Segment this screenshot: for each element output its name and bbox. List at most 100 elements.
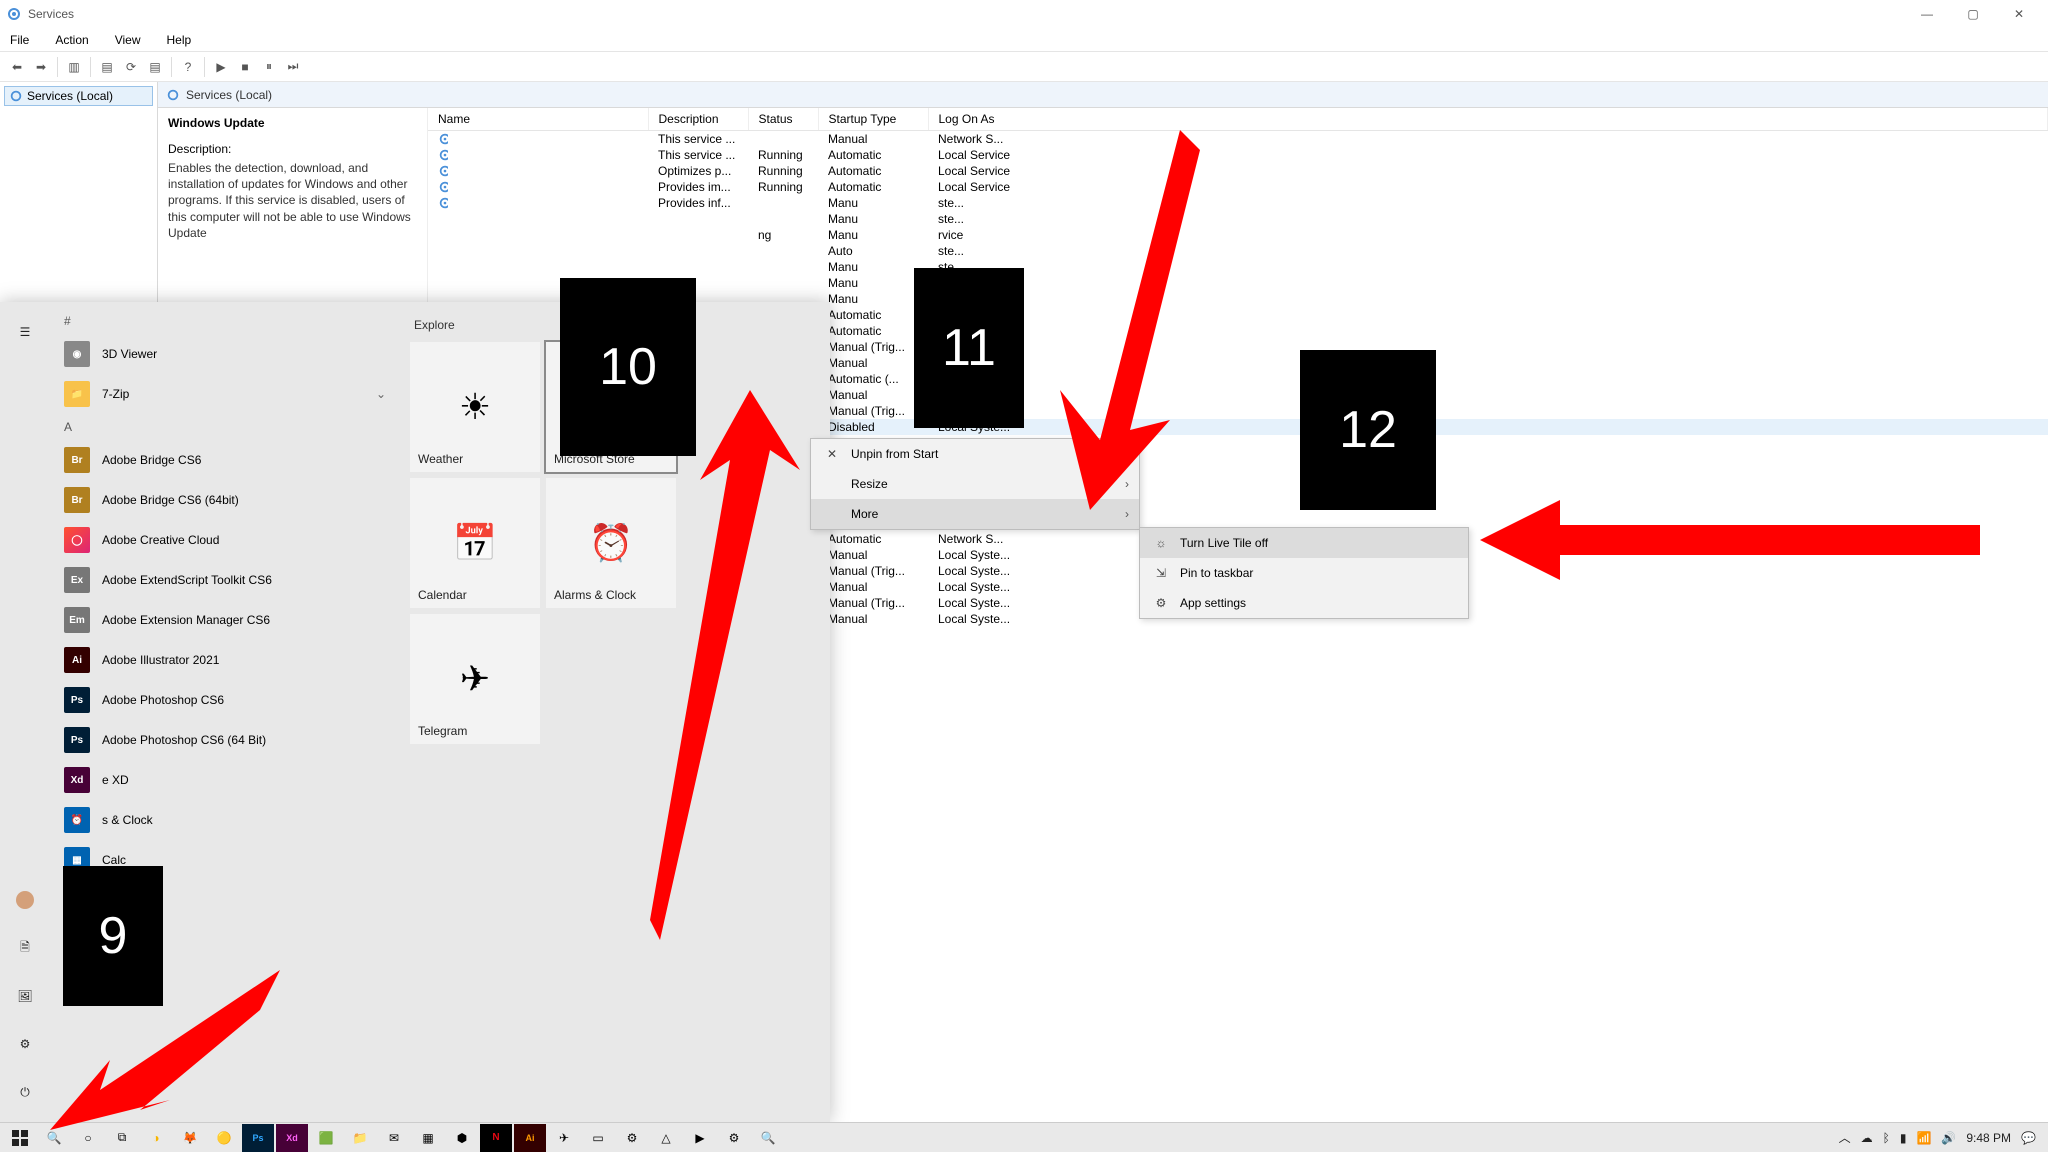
start-app-item[interactable]: ◉3D Viewer <box>50 334 400 374</box>
export-button[interactable]: ▤ <box>144 56 166 78</box>
taskbar-app[interactable]: ⚙ <box>616 1124 648 1152</box>
taskbar-app[interactable]: 🦊 <box>174 1124 206 1152</box>
col-description[interactable]: Description <box>648 108 748 131</box>
start-app-item[interactable]: EmAdobe Extension Manager CS6 <box>50 600 400 640</box>
taskbar-app[interactable]: ✈ <box>548 1124 580 1152</box>
start-app-item[interactable]: AiAdobe Illustrator 2021 <box>50 640 400 680</box>
menu-action[interactable]: Action <box>51 31 92 49</box>
start-app-item[interactable]: PsAdobe Photoshop CS6 <box>50 680 400 720</box>
taskbar-app[interactable]: Ai <box>514 1124 546 1152</box>
table-row[interactable]: Autoste... <box>428 243 2048 259</box>
rail-power-icon[interactable]: ⏻ <box>5 1072 45 1112</box>
context-menu-item[interactable]: ⚙App settings <box>1140 588 1468 618</box>
start-tile[interactable]: ⏰Alarms & Clock <box>546 478 676 608</box>
search-button[interactable]: 🔍 <box>38 1124 70 1152</box>
table-row[interactable]: Manuste... <box>428 211 2048 227</box>
context-menu-item[interactable]: ☼Turn Live Tile off <box>1140 528 1468 558</box>
context-menu-item[interactable]: More› <box>811 499 1139 529</box>
forward-button[interactable]: ➡ <box>30 56 52 78</box>
services-app-icon <box>6 6 22 22</box>
tray-onedrive-icon[interactable]: ☁ <box>1861 1131 1873 1145</box>
start-app-item[interactable]: PsAdobe Photoshop CS6 (64 Bit) <box>50 720 400 760</box>
tray-battery-icon[interactable]: ▮ <box>1900 1131 1907 1145</box>
close-button[interactable]: ✕ <box>1996 0 2042 28</box>
taskbar-app[interactable]: ▭ <box>582 1124 614 1152</box>
table-row[interactable]: Windows Event LogThis service ...Running… <box>428 147 2048 163</box>
list-header-a[interactable]: A <box>50 414 400 440</box>
rail-settings-icon[interactable]: ⚙ <box>5 1024 45 1064</box>
context-menu-item[interactable]: Resize› <box>811 469 1139 499</box>
tray-wifi-icon[interactable]: 📶 <box>1916 1131 1931 1145</box>
start-tile[interactable]: 📅Calendar <box>410 478 540 608</box>
col-name[interactable]: Name <box>428 108 648 131</box>
list-header-hash[interactable]: # <box>50 308 400 334</box>
rail-pictures-icon[interactable]: 🖼 <box>5 976 45 1016</box>
system-tray[interactable]: ︿ ☁ ᛒ ▮ 📶 🔊 9:48 PM 💬 <box>1831 1129 2044 1146</box>
taskbar-app[interactable]: ▶ <box>684 1124 716 1152</box>
task-view-button[interactable]: ⧉ <box>106 1124 138 1152</box>
start-app-item[interactable]: Xde XD <box>50 760 400 800</box>
rail-menu-icon[interactable]: ☰ <box>5 312 45 352</box>
tray-chevron-icon[interactable]: ︿ <box>1839 1129 1851 1146</box>
col-log-on-as[interactable]: Log On As <box>928 108 2048 131</box>
table-row[interactable]: ngManurvice <box>428 227 2048 243</box>
properties-button[interactable]: ▤ <box>96 56 118 78</box>
start-service-button[interactable]: ▶ <box>210 56 232 78</box>
taskbar-app[interactable]: ▦ <box>412 1124 444 1152</box>
taskbar: 🔍 ○ ⧉ ◑ 🦊 🟡 Ps Xd 🟩 📁 ✉ ▦ ⬢ N Ai ✈ ▭ ⚙ △… <box>0 1122 2048 1152</box>
start-app-item[interactable]: BrAdobe Bridge CS6 <box>50 440 400 480</box>
context-menu-item[interactable]: ✕Unpin from Start <box>811 439 1139 469</box>
taskbar-app[interactable]: 🟡 <box>208 1124 240 1152</box>
table-row[interactable]: Windows Insider ServiceProvides inf...Ma… <box>428 195 2048 211</box>
taskbar-app[interactable]: 🔍 <box>752 1124 784 1152</box>
table-row[interactable]: Windows Image Acquisitio...Provides im..… <box>428 179 2048 195</box>
start-app-item[interactable]: ExAdobe ExtendScript Toolkit CS6 <box>50 560 400 600</box>
cortana-button[interactable]: ○ <box>72 1124 104 1152</box>
taskbar-app[interactable]: ◑ <box>140 1124 172 1152</box>
taskbar-app[interactable]: 🟩 <box>310 1124 342 1152</box>
pause-service-button[interactable]: ⏸ <box>258 56 280 78</box>
rail-documents-icon[interactable]: 🗎 <box>5 928 45 968</box>
help-button[interactable]: ? <box>177 56 199 78</box>
back-button[interactable]: ⬅ <box>6 56 28 78</box>
taskbar-app[interactable]: Xd <box>276 1124 308 1152</box>
col-startup-type[interactable]: Startup Type <box>818 108 928 131</box>
taskbar-app[interactable]: Ps <box>242 1124 274 1152</box>
taskbar-app[interactable]: N <box>480 1124 512 1152</box>
start-app-item[interactable]: ⏰s & Clock <box>50 800 400 840</box>
table-row[interactable]: Windows Event CollectorThis service ...M… <box>428 131 2048 148</box>
show-hide-tree-button[interactable]: ▥ <box>63 56 85 78</box>
table-row[interactable]: Manuste... <box>428 259 2048 275</box>
refresh-button[interactable]: ⟳ <box>120 56 142 78</box>
start-app-label: Adobe Bridge CS6 (64bit) <box>102 493 239 507</box>
start-app-label: Adobe Photoshop CS6 (64 Bit) <box>102 733 266 747</box>
start-button[interactable] <box>4 1124 36 1152</box>
tray-volume-icon[interactable]: 🔊 <box>1941 1131 1956 1145</box>
menu-view[interactable]: View <box>111 31 145 49</box>
tree-node-services-local[interactable]: Services (Local) <box>4 86 153 106</box>
menu-help[interactable]: Help <box>163 31 196 49</box>
taskbar-app[interactable]: 📁 <box>344 1124 376 1152</box>
menu-file[interactable]: File <box>6 31 33 49</box>
tray-bluetooth-icon[interactable]: ᛒ <box>1883 1131 1890 1145</box>
maximize-button[interactable]: ▢ <box>1950 0 1996 28</box>
start-app-item[interactable]: 📁7-Zip⌄ <box>50 374 400 414</box>
context-menu-item[interactable]: ⇲Pin to taskbar <box>1140 558 1468 588</box>
taskbar-app[interactable]: ⬢ <box>446 1124 478 1152</box>
minimize-button[interactable]: — <box>1904 0 1950 28</box>
restart-service-button[interactable]: ⏭ <box>282 56 304 78</box>
menubar: File Action View Help <box>0 28 2048 52</box>
tray-clock[interactable]: 9:48 PM <box>1966 1131 2011 1145</box>
taskbar-app[interactable]: △ <box>650 1124 682 1152</box>
rail-user-icon[interactable] <box>5 880 45 920</box>
taskbar-app[interactable]: ⚙ <box>718 1124 750 1152</box>
stop-service-button[interactable]: ■ <box>234 56 256 78</box>
start-app-item[interactable]: ◯Adobe Creative Cloud <box>50 520 400 560</box>
start-tile[interactable]: ☀Weather <box>410 342 540 472</box>
start-app-item[interactable]: BrAdobe Bridge CS6 (64bit) <box>50 480 400 520</box>
col-status[interactable]: Status <box>748 108 818 131</box>
tray-notifications-icon[interactable]: 💬 <box>2021 1131 2036 1145</box>
table-row[interactable]: Windows Font Cache ServiceOptimizes p...… <box>428 163 2048 179</box>
start-tile[interactable]: ✈Telegram <box>410 614 540 744</box>
taskbar-app[interactable]: ✉ <box>378 1124 410 1152</box>
